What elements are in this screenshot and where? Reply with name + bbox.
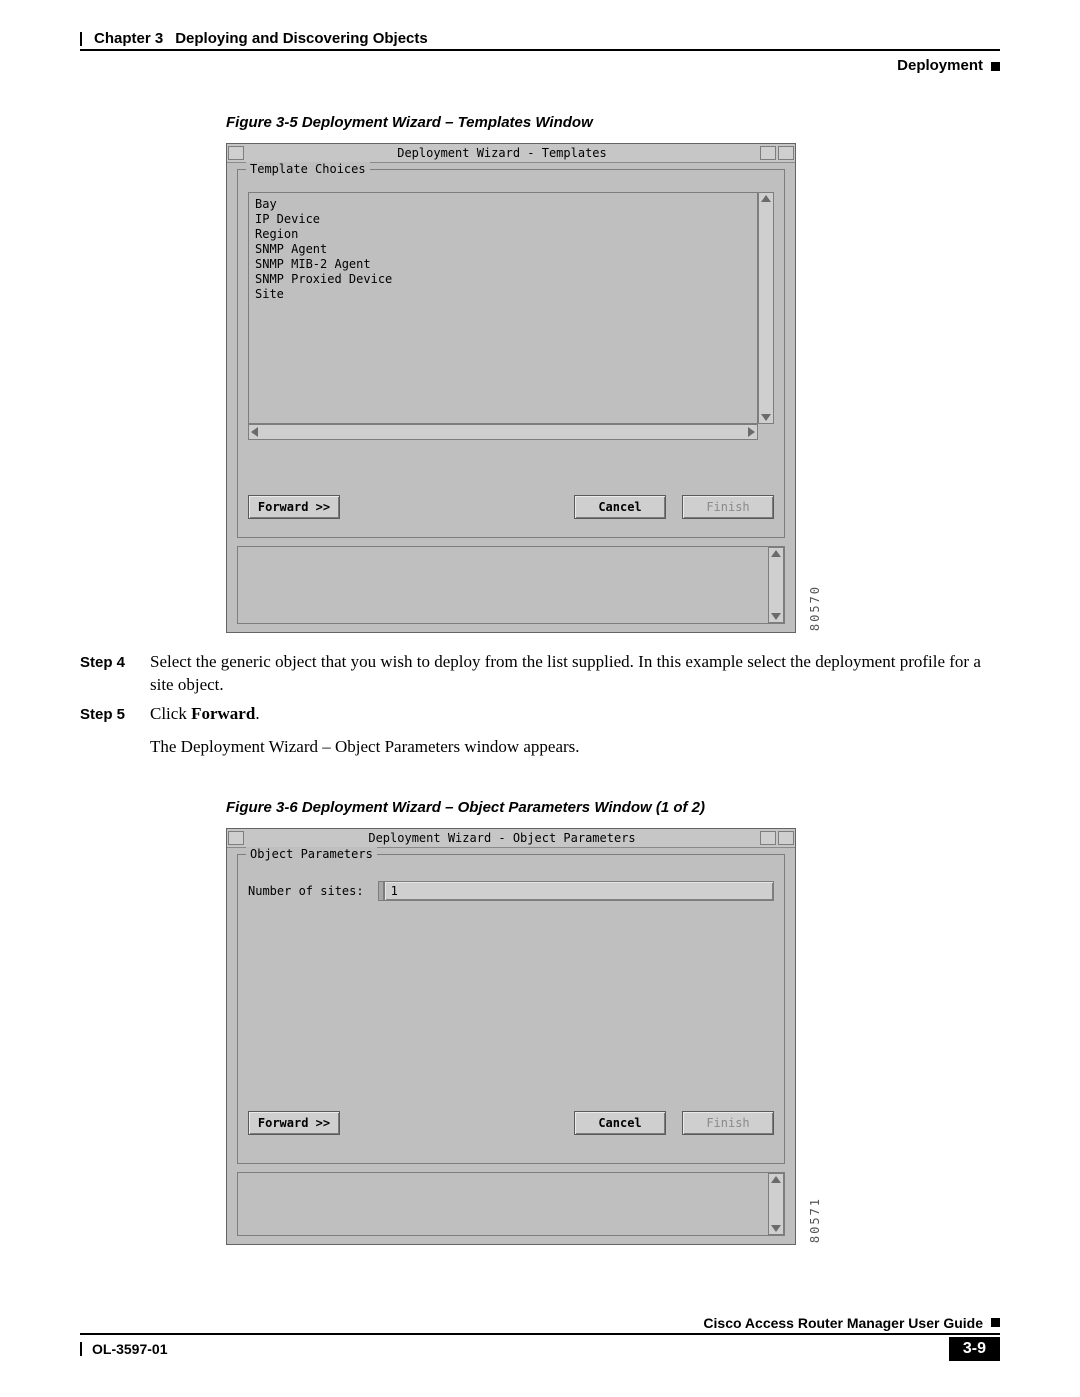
step-body: Select the generic object that you wish … [150, 651, 1000, 697]
step-label: Step 5 [80, 703, 150, 759]
figure-3-6: Deployment Wizard - Object Parameters Ob… [226, 828, 796, 1245]
forward-button[interactable]: Forward >> [248, 1111, 340, 1135]
figure-3-5: Deployment Wizard - Templates Template C… [226, 143, 796, 633]
page-footer: Cisco Access Router Manager User Guide O… [80, 1315, 1000, 1361]
template-choices-group: Template Choices Bay IP Device Region SN… [237, 169, 785, 538]
template-listbox[interactable]: Bay IP Device Region SNMP Agent SNMP MIB… [248, 192, 758, 424]
finish-button: Finish [682, 495, 774, 519]
log-vertical-scrollbar[interactable] [768, 1173, 784, 1235]
scroll-up-icon[interactable] [771, 550, 781, 557]
step-list: Step 4 Select the generic object that yo… [80, 651, 1000, 759]
step-subtext: The Deployment Wizard – Object Parameter… [150, 736, 1000, 759]
number-of-sites-input[interactable]: 1 [384, 881, 774, 901]
step-label: Step 4 [80, 651, 150, 697]
step-body: Click Forward. The Deployment Wizard – O… [150, 703, 1000, 759]
header-rule [80, 49, 1000, 51]
horizontal-scrollbar[interactable] [248, 424, 758, 440]
finish-button: Finish [682, 1111, 774, 1135]
list-item[interactable]: SNMP Proxied Device [255, 272, 751, 287]
cancel-button[interactable]: Cancel [574, 495, 666, 519]
log-area [237, 546, 785, 624]
scroll-up-icon[interactable] [761, 195, 771, 202]
group-label: Template Choices [246, 162, 370, 176]
list-item[interactable]: Site [255, 287, 751, 302]
log-vertical-scrollbar[interactable] [768, 547, 784, 623]
window-title: Deployment Wizard - Object Parameters [245, 831, 759, 845]
figure-caption: Figure 3-6 Deployment Wizard – Object Pa… [226, 799, 1000, 816]
list-item[interactable]: IP Device [255, 212, 751, 227]
forward-button[interactable]: Forward >> [248, 495, 340, 519]
deployment-wizard-templates-window: Deployment Wizard - Templates Template C… [226, 143, 796, 633]
image-number: 80570 [808, 585, 822, 631]
vertical-scrollbar[interactable] [758, 192, 774, 424]
page-number: 3-9 [949, 1337, 1000, 1361]
log-area [237, 1172, 785, 1236]
doc-title: Cisco Access Router Manager User Guide [703, 1315, 983, 1331]
titlebar: Deployment Wizard - Object Parameters [227, 829, 795, 848]
window-menu-button[interactable] [228, 831, 244, 845]
maximize-button[interactable] [778, 146, 794, 160]
window-menu-button[interactable] [228, 146, 244, 160]
scroll-up-icon[interactable] [771, 1176, 781, 1183]
list-item[interactable]: SNMP Agent [255, 242, 751, 257]
minimize-button[interactable] [760, 831, 776, 845]
figure-caption: Figure 3-5 Deployment Wizard – Templates… [226, 114, 1000, 131]
object-parameters-group: Object Parameters Number of sites: 1 For… [237, 854, 785, 1164]
maximize-button[interactable] [778, 831, 794, 845]
scroll-down-icon[interactable] [771, 613, 781, 620]
cancel-button[interactable]: Cancel [574, 1111, 666, 1135]
scroll-down-icon[interactable] [771, 1225, 781, 1232]
scroll-left-icon[interactable] [251, 427, 258, 437]
deployment-wizard-object-parameters-window: Deployment Wizard - Object Parameters Ob… [226, 828, 796, 1245]
scroll-down-icon[interactable] [761, 414, 771, 421]
list-item[interactable]: Bay [255, 197, 751, 212]
chapter-title: Deploying and Discovering Objects [175, 30, 428, 47]
group-label: Object Parameters [246, 847, 377, 861]
chapter-number: Chapter 3 [94, 30, 163, 47]
doc-number: OL-3597-01 [92, 1341, 167, 1357]
titlebar: Deployment Wizard - Templates [227, 144, 795, 163]
scroll-right-icon[interactable] [748, 427, 755, 437]
running-header: Chapter 3 Deploying and Discovering Obje… [80, 30, 1000, 47]
minimize-button[interactable] [760, 146, 776, 160]
window-title: Deployment Wizard - Templates [245, 146, 759, 160]
image-number: 80571 [808, 1197, 822, 1243]
param-label: Number of sites: [248, 884, 364, 898]
list-item[interactable]: SNMP MIB-2 Agent [255, 257, 751, 272]
section-heading: Deployment [80, 57, 1000, 74]
list-item[interactable]: Region [255, 227, 751, 242]
